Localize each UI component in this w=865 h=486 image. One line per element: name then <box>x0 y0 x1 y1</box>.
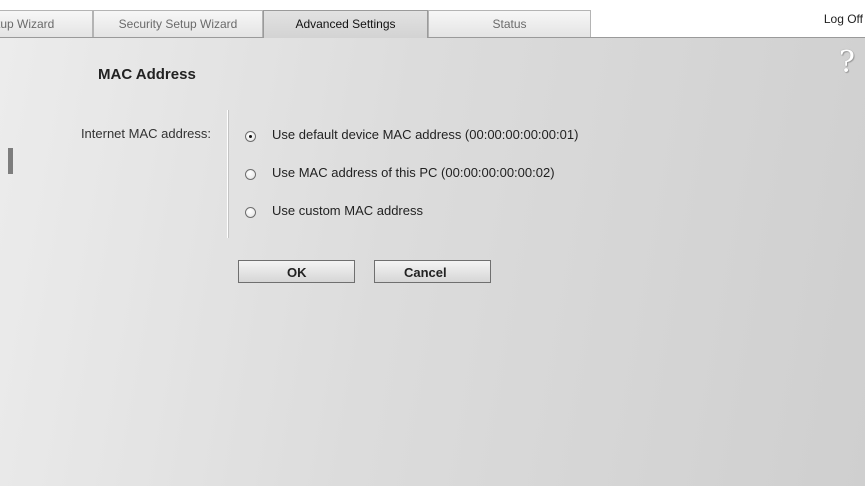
section-divider <box>227 110 228 238</box>
question-mark-icon[interactable]: ? <box>839 48 855 78</box>
tab-advanced-settings-label: Advanced Settings <box>295 17 396 31</box>
tab-security-setup-wizard-label: Security Setup Wizard <box>118 17 238 31</box>
option-default-mac-label: Use default device MAC address (00:00:00… <box>272 126 579 142</box>
ok-button[interactable]: OK <box>238 260 355 283</box>
sidebar-marker <box>8 148 13 174</box>
tab-status-label: Status <box>492 17 527 31</box>
radio-button-icon[interactable] <box>245 168 256 180</box>
tab-bar: tup Wizard Security Setup Wizard Advance… <box>0 0 865 38</box>
tab-security-setup-wizard[interactable]: Security Setup Wizard <box>93 10 263 37</box>
radio-button-icon[interactable] <box>245 130 256 142</box>
page-title: MAC Address <box>98 66 196 83</box>
router-settings-page: tup Wizard Security Setup Wizard Advance… <box>0 0 865 486</box>
tab-basic-setup-wizard[interactable]: tup Wizard <box>0 10 93 37</box>
option-pc-mac-label: Use MAC address of this PC (00:00:00:00:… <box>272 164 555 180</box>
option-custom-mac[interactable]: Use custom MAC address <box>245 201 423 219</box>
option-pc-mac[interactable]: Use MAC address of this PC (00:00:00:00:… <box>245 163 555 181</box>
tab-status[interactable]: Status <box>428 10 591 37</box>
radio-button-icon[interactable] <box>245 206 256 218</box>
option-default-mac[interactable]: Use default device MAC address (00:00:00… <box>245 125 578 143</box>
tab-basic-setup-wizard-label: tup Wizard <box>0 17 55 31</box>
log-off-link[interactable]: Log Off <box>824 12 863 26</box>
internet-mac-address-label: Internet MAC address: <box>80 126 211 141</box>
tab-advanced-settings[interactable]: Advanced Settings <box>263 10 428 38</box>
cancel-button[interactable]: Cancel <box>374 260 491 283</box>
option-custom-mac-label: Use custom MAC address <box>272 202 423 218</box>
content-panel: ? MAC Address Internet MAC address: Use … <box>0 38 865 486</box>
